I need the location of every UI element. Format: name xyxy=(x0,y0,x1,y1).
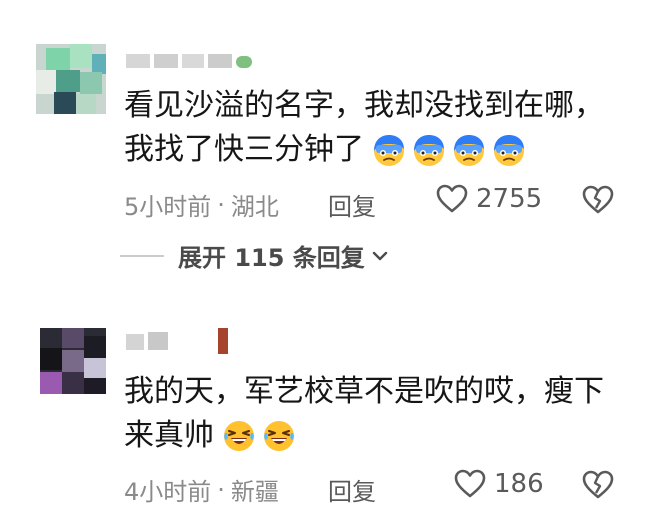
expand-replies-label: 展开 115 条回复 xyxy=(178,244,365,272)
divider-line xyxy=(120,254,164,257)
username[interactable] xyxy=(126,328,246,354)
reply-button[interactable]: 回复 xyxy=(328,472,376,507)
like-button[interactable]: 2755 xyxy=(436,184,542,214)
location: 湖北 xyxy=(230,193,279,221)
avatar[interactable] xyxy=(36,44,106,114)
avatar[interactable] xyxy=(40,328,106,394)
like-count: 186 xyxy=(494,469,544,499)
dislike-button[interactable] xyxy=(582,470,614,504)
comment-meta: 5小时前 · 湖北 xyxy=(124,187,279,222)
comment-text-line: 我找了快三分钟了 xyxy=(124,128,604,172)
meta-separator: · xyxy=(217,475,225,504)
comment-text-fragment: 来真帅 xyxy=(124,418,214,453)
broken-heart-icon xyxy=(582,470,614,499)
crying-blue-face-emoji xyxy=(414,135,444,166)
crying-blue-face-emoji xyxy=(454,135,484,166)
like-count: 2755 xyxy=(476,184,543,214)
location: 新疆 xyxy=(230,478,279,506)
crying-blue-face-emoji xyxy=(374,135,404,166)
comment-text: 看见沙溢的名字，我却没找到在哪， 我找了快三分钟了 xyxy=(124,84,604,172)
broken-heart-icon xyxy=(582,185,614,214)
expand-replies-button[interactable]: 展开 115 条回复 xyxy=(120,238,389,273)
timestamp: 5小时前 xyxy=(124,193,212,221)
comment-text-line: 看见沙溢的名字，我却没找到在哪， xyxy=(124,88,604,123)
like-button[interactable]: 186 xyxy=(454,469,544,499)
heart-icon xyxy=(436,184,468,213)
laughing-tears-face-emoji xyxy=(264,421,294,451)
chevron-down-icon xyxy=(372,251,388,260)
username[interactable] xyxy=(126,44,266,70)
laughing-tears-face-emoji xyxy=(224,421,254,451)
timestamp: 4小时前 xyxy=(124,478,212,506)
comment-text-line: 来真帅 xyxy=(124,414,604,458)
crying-blue-face-emoji xyxy=(494,135,524,166)
comment-meta: 4小时前 · 新疆 xyxy=(124,472,279,507)
comment-text-fragment: 我找了快三分钟了 xyxy=(124,132,364,167)
comment-text-line: 我的天，军艺校草不是吹的哎，瘦下 xyxy=(124,374,604,409)
comment-text: 我的天，军艺校草不是吹的哎，瘦下 来真帅 xyxy=(124,370,604,458)
heart-icon xyxy=(454,469,486,498)
reply-button[interactable]: 回复 xyxy=(328,187,376,222)
meta-separator: · xyxy=(217,190,225,219)
dislike-button[interactable] xyxy=(582,185,614,219)
